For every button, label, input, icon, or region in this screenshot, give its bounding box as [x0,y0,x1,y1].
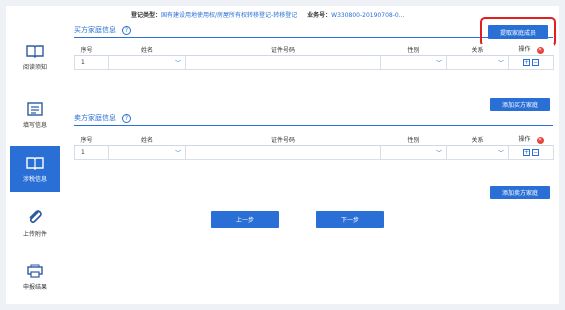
sidebar-item-label: 涉税信息 [22,175,47,183]
reg-type-value: 国有建设用地使用权/房屋所有权转移登记-转移登记 [161,12,298,19]
printer-icon [27,264,43,278]
seller-title-text: 卖方家庭信息 [74,114,116,122]
delete-icon[interactable]: ✕ [536,137,544,145]
tax-book-icon [26,156,44,170]
remove-row-icon[interactable]: − [532,58,539,66]
col-header-name: 姓名 [108,44,186,56]
col-header-actions-label: 操作 [518,136,531,144]
delete-icon[interactable]: ✕ [536,47,544,55]
add-seller-family-button[interactable]: 添加卖方家庭 [490,186,550,199]
col-header-relation: 关系 [446,134,509,146]
main-frame: 阅读须知 填写信息 涉税信息 上传附件 申报结果 登记类型：国有建设用地使用权/… [6,6,559,304]
add-row-icon[interactable]: + [523,58,530,66]
table-row: 1 ﹀ ﹀ ﹀ + − [74,144,554,160]
gender-select[interactable]: ﹀ [380,54,447,70]
relation-select[interactable]: ﹀ [446,54,509,70]
book-icon [26,44,44,58]
add-row-icon[interactable]: + [523,148,530,156]
help-icon[interactable]: ? [122,25,131,35]
row-index: 1 [74,54,109,70]
sidebar-item-upload[interactable]: 上传附件 [10,200,60,246]
seller-section-divider [74,125,553,126]
seller-section-title: 卖方家庭信息 ? [74,112,131,124]
remove-row-icon[interactable]: − [532,148,539,156]
chevron-down-icon: ﹀ [435,149,442,157]
row-index: 1 [74,144,109,160]
buyer-section-title: 买方家庭信息 ? [74,24,131,36]
buyer-title-text: 买方家庭信息 [74,26,116,34]
col-header-relation: 关系 [446,44,509,56]
id-number-input[interactable] [185,54,381,70]
sidebar: 阅读须知 填写信息 涉税信息 上传附件 申报结果 [6,6,66,304]
id-number-input[interactable] [185,144,381,160]
biz-no-value: W330800-20190708-0... [331,12,405,19]
table-row: 1 ﹀ ﹀ ﹀ + − [74,54,554,70]
col-header-name: 姓名 [108,134,186,146]
paperclip-icon [29,209,42,223]
row-actions: + − [508,54,554,70]
highlight-annotation [480,17,556,47]
help-icon[interactable]: ? [122,113,131,123]
seller-table: 序号 姓名 证件号码 性别 关系 操作 ✕ 1 ﹀ ﹀ ﹀ + − [74,134,554,160]
sidebar-item-read-notice[interactable]: 阅读须知 [10,34,60,80]
table-header-row: 序号 姓名 证件号码 性别 关系 操作 ✕ [74,44,554,56]
col-header-actions: 操作 ✕ [508,44,554,56]
sidebar-item-label: 阅读须知 [22,63,47,71]
col-header-actions-label: 操作 [518,46,531,54]
prev-step-button[interactable]: 上一步 [211,211,279,228]
col-header-index: 序号 [74,134,109,146]
chevron-down-icon: ﹀ [174,149,181,157]
reg-type-label: 登记类型： [131,12,162,19]
col-header-gender: 性别 [380,134,447,146]
sidebar-item-fill-info[interactable]: 填写信息 [10,92,60,138]
registration-info: 登记类型：国有建设用地使用权/房屋所有权转移登记-转移登记 业务号：W33080… [131,10,412,19]
col-header-id-no: 证件号码 [185,44,381,56]
form-icon [27,101,43,116]
chevron-down-icon: ﹀ [497,59,504,67]
gender-select[interactable]: ﹀ [380,144,447,160]
chevron-down-icon: ﹀ [174,59,181,67]
row-actions: + − [508,144,554,160]
biz-no-label: 业务号： [307,12,332,19]
col-header-id-no: 证件号码 [185,134,381,146]
buyer-table: 序号 姓名 证件号码 性别 关系 操作 ✕ 1 ﹀ ﹀ ﹀ + − [74,44,554,70]
col-header-index: 序号 [74,44,109,56]
table-header-row: 序号 姓名 证件号码 性别 关系 操作 ✕ [74,134,554,146]
sidebar-item-tax-info[interactable]: 涉税信息 [10,146,60,192]
chevron-down-icon: ﹀ [497,149,504,157]
sidebar-item-result[interactable]: 申报结果 [10,254,60,300]
sidebar-item-label: 上传附件 [22,230,47,238]
relation-select[interactable]: ﹀ [446,144,509,160]
next-step-button[interactable]: 下一步 [316,211,384,228]
col-header-actions: 操作 ✕ [508,134,554,146]
sidebar-item-label: 申报结果 [22,283,47,291]
name-select[interactable]: ﹀ [108,144,186,160]
name-select[interactable]: ﹀ [108,54,186,70]
sidebar-item-label: 填写信息 [22,121,47,129]
add-buyer-family-button[interactable]: 添加买方家庭 [490,98,550,111]
col-header-gender: 性别 [380,44,447,56]
chevron-down-icon: ﹀ [435,59,442,67]
